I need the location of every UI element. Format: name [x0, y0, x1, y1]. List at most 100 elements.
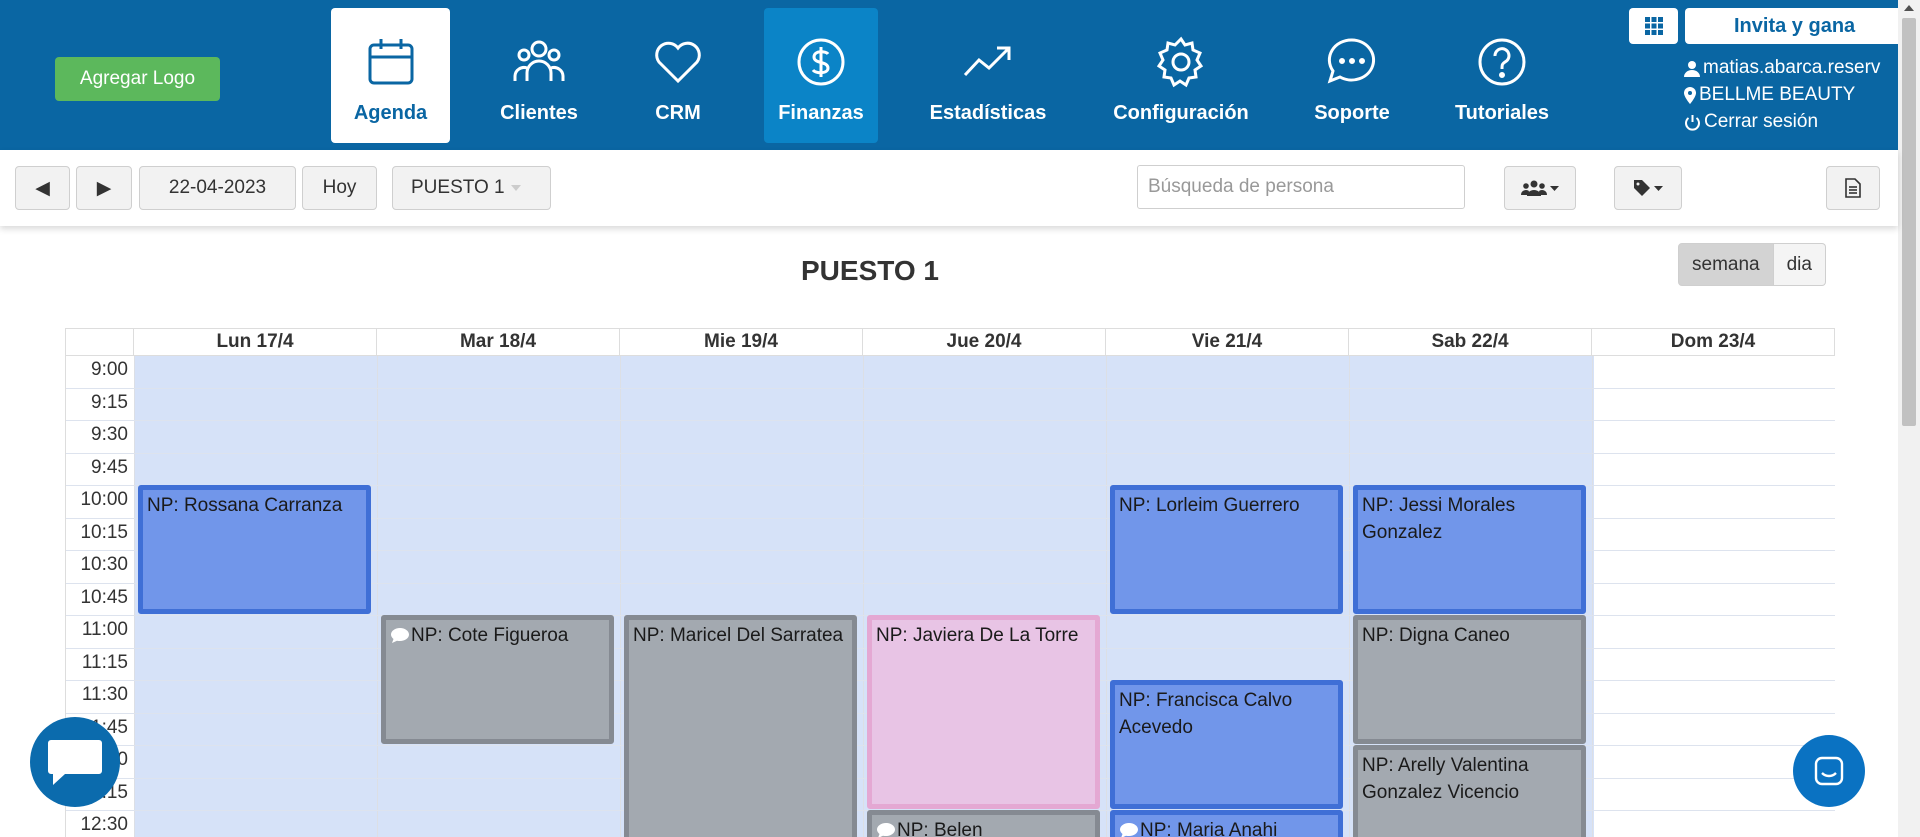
resource-select[interactable]: PUESTO 1: [392, 166, 551, 210]
appointment-event[interactable]: NP: Belen: [867, 810, 1100, 837]
nav-item-estadisticas[interactable]: Estadísticas: [920, 8, 1056, 143]
nav-label-soporte: Soporte: [1314, 102, 1390, 124]
day-column-line: [1106, 355, 1107, 837]
day-header[interactable]: Mie 19/4: [620, 329, 863, 355]
scrollbar-thumb[interactable]: [1902, 18, 1916, 426]
appointment-title: NP: Digna Caneo: [1362, 625, 1510, 646]
nav-label-clientes: Clientes: [500, 102, 578, 124]
chat-icon: [48, 740, 102, 785]
appointment-title: NP: Francisca Calvo Acevedo: [1119, 690, 1293, 738]
time-label: 10:45: [80, 586, 128, 608]
messenger-icon: [1814, 756, 1844, 786]
appointment-title: NP: Javiera De La Torre: [876, 625, 1079, 646]
calendar-title: PUESTO 1: [801, 255, 939, 286]
time-label: 9:45: [91, 456, 128, 478]
logout-label: Cerrar sesión: [1704, 111, 1819, 132]
apps-grid-button[interactable]: [1629, 8, 1678, 44]
gear-icon: [1156, 36, 1204, 88]
day-column-line: [1349, 355, 1350, 837]
group-filter-button[interactable]: [1504, 166, 1576, 210]
time-label: 12:30: [80, 814, 128, 835]
date-picker-button[interactable]: 22-04-2023: [139, 166, 296, 210]
appointment-title: NP: Maricel Del Sarratea: [633, 625, 844, 646]
chat-bubble-icon: [1327, 38, 1376, 84]
logout-link[interactable]: Cerrar sesión: [1684, 111, 1818, 133]
calendar-toolbar: ◀ ▶ 22-04-2023 Hoy PUESTO 1: [0, 150, 1898, 226]
trend-up-icon: [963, 46, 1011, 77]
week-view-button[interactable]: semana: [1678, 243, 1774, 286]
appointment-title: NP: Arelly Valentina Gonzalez Vicencio: [1362, 755, 1529, 803]
appointment-event[interactable]: NP: Cote Figueroa: [381, 615, 614, 744]
caret-down-icon: [1654, 185, 1663, 191]
nav-item-tutoriales[interactable]: Tutoriales: [1450, 8, 1554, 143]
nav-item-clientes[interactable]: Clientes: [484, 8, 594, 143]
user-icon: [1684, 60, 1700, 77]
appointment-title: NP: Jessi Morales Gonzalez: [1362, 495, 1516, 543]
help-messenger-button[interactable]: [1793, 735, 1865, 807]
users-group-icon: [1521, 180, 1547, 196]
nav-item-soporte[interactable]: Soporte: [1306, 8, 1398, 143]
prev-button[interactable]: ◀: [15, 166, 70, 210]
page-scrollbar[interactable]: [1898, 0, 1920, 837]
resource-select-value: PUESTO 1: [411, 177, 505, 198]
appointment-event[interactable]: NP: Digna Caneo: [1353, 615, 1586, 744]
live-chat-button[interactable]: [30, 717, 120, 807]
comment-icon: [1120, 823, 1138, 837]
tag-filter-button[interactable]: [1614, 166, 1682, 210]
comment-icon: [391, 628, 409, 643]
day-header[interactable]: Jue 20/4: [863, 329, 1106, 355]
account-business-name: BELLME BEAUTY: [1699, 84, 1856, 105]
account-username: matias.abarca.reserv: [1703, 57, 1881, 78]
nav-item-configuracion[interactable]: Configuración: [1108, 8, 1254, 143]
nav-item-agenda[interactable]: Agenda: [331, 8, 450, 143]
calendar-icon: [368, 39, 413, 85]
time-slot-line: [66, 452, 1835, 454]
header-divider: [66, 355, 1835, 356]
account-business[interactable]: BELLME BEAUTY: [1684, 84, 1855, 106]
appointment-event[interactable]: NP: Maricel Del Sarratea: [624, 615, 857, 837]
dollar-icon: [797, 38, 845, 86]
invite-button[interactable]: Invita y gana: [1685, 8, 1898, 44]
time-label: 10:30: [80, 554, 128, 575]
day-header[interactable]: Mar 18/4: [377, 329, 620, 355]
person-search-input[interactable]: [1137, 165, 1465, 209]
appointment-title: NP: Belen: [897, 820, 983, 837]
export-button[interactable]: [1826, 166, 1880, 210]
nav-label-estadisticas: Estadísticas: [929, 102, 1047, 124]
day-view-button[interactable]: dia: [1773, 243, 1826, 286]
account-user[interactable]: matias.abarca.reserv: [1684, 57, 1880, 79]
day-column-line: [134, 355, 135, 837]
nav-item-crm[interactable]: CRM: [640, 8, 716, 143]
appointment-title: NP: Rossana Carranza: [147, 495, 343, 516]
appointment-event[interactable]: NP: Javiera De La Torre: [867, 615, 1100, 809]
appointment-event[interactable]: NP: Francisca Calvo Acevedo: [1110, 680, 1343, 809]
power-icon: [1685, 114, 1700, 131]
nav-item-finanzas[interactable]: Finanzas: [764, 8, 878, 143]
appointment-event[interactable]: NP: Maria Anahi: [1110, 810, 1343, 837]
appointment-event[interactable]: NP: Jessi Morales Gonzalez: [1353, 485, 1586, 614]
day-header[interactable]: Lun 17/4: [134, 329, 377, 355]
appointment-event[interactable]: NP: Lorleim Guerrero: [1110, 485, 1343, 614]
next-button[interactable]: ▶: [76, 166, 132, 210]
appointment-event[interactable]: NP: Rossana Carranza: [138, 485, 371, 614]
time-label: 11:00: [81, 619, 128, 640]
grid-icon: [1644, 17, 1663, 35]
time-label: 10:00: [80, 489, 128, 510]
add-logo-button[interactable]: Agregar Logo: [55, 57, 220, 101]
appointment-event[interactable]: NP: Arelly Valentina Gonzalez Vicencio: [1353, 745, 1586, 837]
day-column-line: [863, 355, 864, 837]
day-header[interactable]: Sab 22/4: [1349, 329, 1592, 355]
time-label: 11:30: [81, 684, 128, 705]
scroll-up-arrow-icon[interactable]: [1904, 5, 1914, 11]
appointment-title: NP: Maria Anahi: [1140, 820, 1278, 837]
day-header[interactable]: Vie 21/4: [1106, 329, 1349, 355]
day-header[interactable]: Dom 23/4: [1592, 329, 1835, 355]
time-label: 9:15: [91, 391, 128, 413]
nav-label-finanzas: Finanzas: [778, 102, 864, 124]
appointment-title: NP: Lorleim Guerrero: [1119, 495, 1300, 516]
today-button[interactable]: Hoy: [302, 166, 377, 210]
day-column-line: [1592, 355, 1593, 837]
time-label: 11:15: [81, 651, 128, 673]
prev-arrow-icon: ◀: [35, 177, 50, 199]
top-navigation-bar: Agregar Logo Agenda Clientes CRM Finanza…: [0, 0, 1898, 150]
